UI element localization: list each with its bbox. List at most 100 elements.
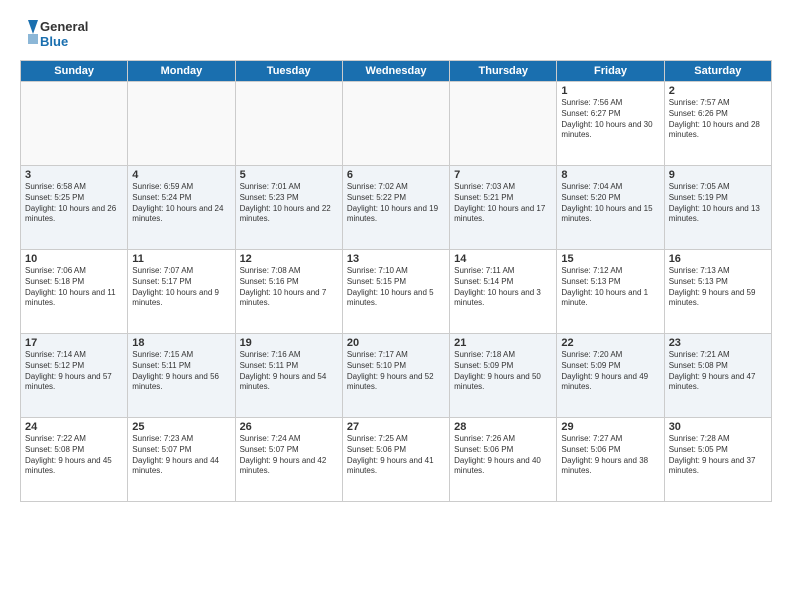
day-info: Sunrise: 7:05 AM Sunset: 5:19 PM Dayligh… [669,182,767,225]
day-cell: 4Sunrise: 6:59 AM Sunset: 5:24 PM Daylig… [128,166,235,250]
day-info: Sunrise: 7:02 AM Sunset: 5:22 PM Dayligh… [347,182,445,225]
day-cell: 15Sunrise: 7:12 AM Sunset: 5:13 PM Dayli… [557,250,664,334]
day-cell: 6Sunrise: 7:02 AM Sunset: 5:22 PM Daylig… [342,166,449,250]
day-number: 6 [347,169,445,181]
day-number: 24 [25,421,123,433]
weekday-header-saturday: Saturday [664,61,771,82]
day-info: Sunrise: 7:11 AM Sunset: 5:14 PM Dayligh… [454,266,552,309]
day-number: 28 [454,421,552,433]
day-cell: 13Sunrise: 7:10 AM Sunset: 5:15 PM Dayli… [342,250,449,334]
week-row-5: 24Sunrise: 7:22 AM Sunset: 5:08 PM Dayli… [21,418,772,502]
day-cell: 29Sunrise: 7:27 AM Sunset: 5:06 PM Dayli… [557,418,664,502]
day-info: Sunrise: 7:15 AM Sunset: 5:11 PM Dayligh… [132,350,230,393]
day-number: 8 [561,169,659,181]
day-info: Sunrise: 7:10 AM Sunset: 5:15 PM Dayligh… [347,266,445,309]
day-cell [21,82,128,166]
day-cell: 20Sunrise: 7:17 AM Sunset: 5:10 PM Dayli… [342,334,449,418]
day-info: Sunrise: 7:25 AM Sunset: 5:06 PM Dayligh… [347,434,445,477]
day-info: Sunrise: 7:24 AM Sunset: 5:07 PM Dayligh… [240,434,338,477]
day-cell [128,82,235,166]
day-number: 10 [25,253,123,265]
day-info: Sunrise: 7:20 AM Sunset: 5:09 PM Dayligh… [561,350,659,393]
day-info: Sunrise: 6:58 AM Sunset: 5:25 PM Dayligh… [25,182,123,225]
day-number: 25 [132,421,230,433]
day-number: 4 [132,169,230,181]
weekday-header-wednesday: Wednesday [342,61,449,82]
svg-text:Blue: Blue [40,34,68,49]
day-cell: 17Sunrise: 7:14 AM Sunset: 5:12 PM Dayli… [21,334,128,418]
day-number: 2 [669,85,767,97]
day-cell: 28Sunrise: 7:26 AM Sunset: 5:06 PM Dayli… [450,418,557,502]
day-number: 27 [347,421,445,433]
day-info: Sunrise: 7:18 AM Sunset: 5:09 PM Dayligh… [454,350,552,393]
day-info: Sunrise: 7:16 AM Sunset: 5:11 PM Dayligh… [240,350,338,393]
day-number: 22 [561,337,659,349]
day-number: 5 [240,169,338,181]
day-cell: 24Sunrise: 7:22 AM Sunset: 5:08 PM Dayli… [21,418,128,502]
day-cell: 11Sunrise: 7:07 AM Sunset: 5:17 PM Dayli… [128,250,235,334]
logo: General Blue [20,16,90,52]
day-cell: 2Sunrise: 7:57 AM Sunset: 6:26 PM Daylig… [664,82,771,166]
day-number: 7 [454,169,552,181]
header: General Blue [20,16,772,52]
calendar: SundayMondayTuesdayWednesdayThursdayFrid… [20,60,772,502]
weekday-header-thursday: Thursday [450,61,557,82]
day-info: Sunrise: 7:08 AM Sunset: 5:16 PM Dayligh… [240,266,338,309]
day-info: Sunrise: 7:27 AM Sunset: 5:06 PM Dayligh… [561,434,659,477]
day-number: 17 [25,337,123,349]
weekday-header-monday: Monday [128,61,235,82]
day-cell: 5Sunrise: 7:01 AM Sunset: 5:23 PM Daylig… [235,166,342,250]
day-cell [342,82,449,166]
day-number: 14 [454,253,552,265]
day-info: Sunrise: 7:17 AM Sunset: 5:10 PM Dayligh… [347,350,445,393]
day-number: 1 [561,85,659,97]
weekday-header-tuesday: Tuesday [235,61,342,82]
day-number: 21 [454,337,552,349]
day-cell: 26Sunrise: 7:24 AM Sunset: 5:07 PM Dayli… [235,418,342,502]
day-number: 23 [669,337,767,349]
day-number: 18 [132,337,230,349]
day-info: Sunrise: 7:23 AM Sunset: 5:07 PM Dayligh… [132,434,230,477]
day-info: Sunrise: 7:56 AM Sunset: 6:27 PM Dayligh… [561,98,659,141]
day-info: Sunrise: 7:12 AM Sunset: 5:13 PM Dayligh… [561,266,659,309]
day-number: 15 [561,253,659,265]
day-number: 20 [347,337,445,349]
page: General Blue SundayMondayTuesdayWednesda… [0,0,792,612]
week-row-1: 1Sunrise: 7:56 AM Sunset: 6:27 PM Daylig… [21,82,772,166]
day-number: 26 [240,421,338,433]
day-number: 9 [669,169,767,181]
day-cell: 19Sunrise: 7:16 AM Sunset: 5:11 PM Dayli… [235,334,342,418]
day-info: Sunrise: 7:06 AM Sunset: 5:18 PM Dayligh… [25,266,123,309]
day-info: Sunrise: 6:59 AM Sunset: 5:24 PM Dayligh… [132,182,230,225]
day-info: Sunrise: 7:21 AM Sunset: 5:08 PM Dayligh… [669,350,767,393]
day-info: Sunrise: 7:14 AM Sunset: 5:12 PM Dayligh… [25,350,123,393]
day-info: Sunrise: 7:01 AM Sunset: 5:23 PM Dayligh… [240,182,338,225]
day-cell: 1Sunrise: 7:56 AM Sunset: 6:27 PM Daylig… [557,82,664,166]
day-info: Sunrise: 7:07 AM Sunset: 5:17 PM Dayligh… [132,266,230,309]
week-row-2: 3Sunrise: 6:58 AM Sunset: 5:25 PM Daylig… [21,166,772,250]
day-number: 12 [240,253,338,265]
day-info: Sunrise: 7:03 AM Sunset: 5:21 PM Dayligh… [454,182,552,225]
day-info: Sunrise: 7:26 AM Sunset: 5:06 PM Dayligh… [454,434,552,477]
day-number: 29 [561,421,659,433]
day-cell: 25Sunrise: 7:23 AM Sunset: 5:07 PM Dayli… [128,418,235,502]
day-cell: 8Sunrise: 7:04 AM Sunset: 5:20 PM Daylig… [557,166,664,250]
day-number: 30 [669,421,767,433]
day-number: 13 [347,253,445,265]
day-number: 11 [132,253,230,265]
logo-svg: General Blue [20,16,90,52]
day-number: 19 [240,337,338,349]
weekday-header-row: SundayMondayTuesdayWednesdayThursdayFrid… [21,61,772,82]
day-info: Sunrise: 7:22 AM Sunset: 5:08 PM Dayligh… [25,434,123,477]
day-info: Sunrise: 7:57 AM Sunset: 6:26 PM Dayligh… [669,98,767,141]
day-cell: 30Sunrise: 7:28 AM Sunset: 5:05 PM Dayli… [664,418,771,502]
day-info: Sunrise: 7:13 AM Sunset: 5:13 PM Dayligh… [669,266,767,309]
week-row-4: 17Sunrise: 7:14 AM Sunset: 5:12 PM Dayli… [21,334,772,418]
day-cell: 18Sunrise: 7:15 AM Sunset: 5:11 PM Dayli… [128,334,235,418]
day-cell: 27Sunrise: 7:25 AM Sunset: 5:06 PM Dayli… [342,418,449,502]
day-cell: 22Sunrise: 7:20 AM Sunset: 5:09 PM Dayli… [557,334,664,418]
day-cell: 9Sunrise: 7:05 AM Sunset: 5:19 PM Daylig… [664,166,771,250]
day-cell: 16Sunrise: 7:13 AM Sunset: 5:13 PM Dayli… [664,250,771,334]
day-number: 3 [25,169,123,181]
day-cell: 14Sunrise: 7:11 AM Sunset: 5:14 PM Dayli… [450,250,557,334]
